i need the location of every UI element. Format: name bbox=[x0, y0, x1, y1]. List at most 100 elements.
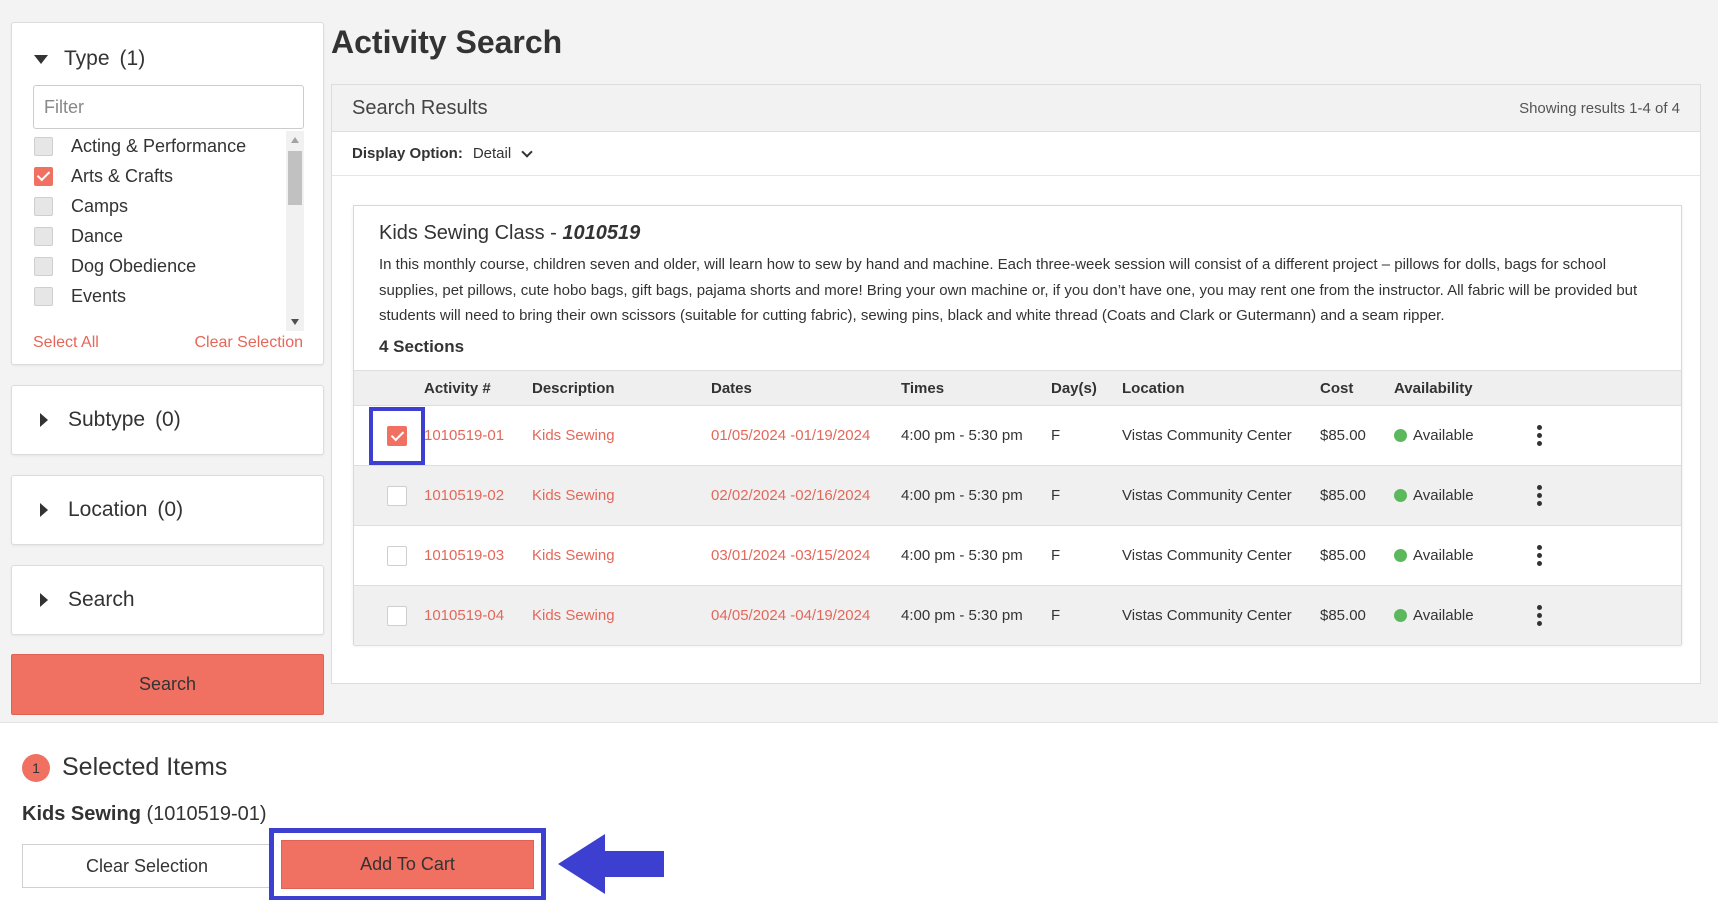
availability-cell: Available bbox=[1394, 586, 1474, 645]
dates-link[interactable]: 02/02/2024 -02/16/2024 bbox=[711, 466, 870, 525]
location-filter-count: (0) bbox=[157, 498, 184, 521]
type-option-arts-crafts[interactable]: Arts & Crafts bbox=[34, 161, 304, 191]
type-option-camps[interactable]: Camps bbox=[34, 191, 304, 221]
type-list-scrollbar[interactable] bbox=[286, 131, 304, 331]
chevron-down-icon[interactable] bbox=[521, 145, 533, 158]
description-link[interactable]: Kids Sewing bbox=[532, 586, 615, 645]
more-options-icon[interactable] bbox=[1536, 545, 1542, 566]
column-header-days: Day(s) bbox=[1051, 379, 1097, 397]
activity-number-link[interactable]: 1010519-01 bbox=[424, 406, 504, 465]
column-header-cost: Cost bbox=[1320, 379, 1354, 397]
results-title: Search Results bbox=[352, 96, 488, 119]
location-cell: Vistas Community Center bbox=[1122, 607, 1292, 624]
subtype-filter-header[interactable]: Subtype (0) bbox=[37, 408, 181, 432]
more-options-icon[interactable] bbox=[1536, 605, 1542, 626]
type-filter-header[interactable]: Type (1) bbox=[34, 47, 145, 71]
activity-number-link[interactable]: 1010519-02 bbox=[424, 466, 504, 525]
availability-cell: Available bbox=[1394, 466, 1474, 525]
selected-item-name: Kids Sewing bbox=[22, 803, 141, 825]
search-filter-panel[interactable]: Search bbox=[11, 565, 324, 635]
activity-title: Kids Sewing Class - 1010519 bbox=[379, 222, 640, 245]
checkbox-icon[interactable] bbox=[387, 605, 407, 626]
table-row: 1010519-02 Kids Sewing 02/02/2024 -02/16… bbox=[354, 466, 1681, 526]
display-option-label: Display Option: bbox=[352, 145, 463, 162]
clear-selection-button[interactable]: Clear Selection bbox=[22, 844, 272, 888]
location-filter-title: Location bbox=[68, 498, 148, 521]
type-option-label: Camps bbox=[71, 195, 129, 216]
checkbox-icon[interactable] bbox=[34, 136, 53, 156]
checkbox-icon[interactable] bbox=[387, 485, 407, 506]
type-option-dog-obedience[interactable]: Dog Obedience bbox=[34, 251, 304, 281]
column-header-dates: Dates bbox=[711, 379, 752, 397]
more-options-button[interactable] bbox=[1524, 526, 1554, 585]
days-cell: F bbox=[1051, 607, 1061, 624]
highlight-box: Add To Cart bbox=[269, 828, 546, 900]
scrollbar-thumb[interactable] bbox=[288, 151, 302, 205]
checkbox-checked-icon[interactable] bbox=[387, 425, 407, 446]
checkbox-icon[interactable] bbox=[34, 286, 53, 306]
scroll-down-icon[interactable] bbox=[291, 319, 299, 325]
selected-item: Kids Sewing (1010519-01) bbox=[22, 803, 267, 826]
dates-link[interactable]: 04/05/2024 -04/19/2024 bbox=[711, 586, 870, 645]
checkbox-icon[interactable] bbox=[34, 256, 53, 276]
display-option: Display Option: Detail bbox=[332, 132, 1700, 176]
search-results-panel: Search Results Showing results 1-4 of 4 … bbox=[331, 84, 1701, 684]
type-option-acting-performance[interactable]: Acting & Performance bbox=[34, 131, 304, 161]
table-header-row: Activity # Description Dates Times Day(s… bbox=[354, 370, 1681, 406]
available-dot-icon bbox=[1394, 489, 1407, 502]
selected-item-code: (1010519-01) bbox=[140, 803, 267, 825]
available-dot-icon bbox=[1394, 549, 1407, 562]
results-header: Search Results Showing results 1-4 of 4 bbox=[332, 85, 1700, 132]
select-all-link[interactable]: Select All bbox=[33, 334, 99, 352]
scroll-up-icon[interactable] bbox=[291, 137, 299, 143]
search-filter-title: Search bbox=[68, 588, 135, 611]
available-dot-icon bbox=[1394, 609, 1407, 622]
location-filter-header[interactable]: Location (0) bbox=[37, 498, 183, 522]
activity-number-link[interactable]: 1010519-04 bbox=[424, 586, 504, 645]
availability-cell: Available bbox=[1394, 526, 1474, 585]
more-options-icon[interactable] bbox=[1536, 425, 1542, 446]
subtype-filter-panel[interactable]: Subtype (0) bbox=[11, 385, 324, 455]
description-link[interactable]: Kids Sewing bbox=[532, 526, 615, 585]
more-options-button[interactable] bbox=[1524, 466, 1554, 525]
checkbox-checked-icon[interactable] bbox=[34, 166, 53, 186]
table-row: 1010519-04 Kids Sewing 04/05/2024 -04/19… bbox=[354, 586, 1681, 646]
availability-label: Available bbox=[1413, 487, 1474, 504]
type-option-label: Dog Obedience bbox=[71, 255, 197, 276]
type-filter-panel: Type (1) Acting & Performance Arts & Cra… bbox=[11, 22, 324, 365]
type-option-dance[interactable]: Dance bbox=[34, 221, 304, 251]
type-option-label: Acting & Performance bbox=[71, 135, 247, 156]
activity-card: Kids Sewing Class - 1010519 In this mont… bbox=[353, 205, 1682, 646]
type-option-label: Arts & Crafts bbox=[71, 165, 174, 186]
more-options-button[interactable] bbox=[1524, 586, 1554, 645]
dates-link[interactable]: 01/05/2024 -01/19/2024 bbox=[711, 406, 870, 465]
activity-name: Kids Sewing Class - bbox=[379, 222, 563, 244]
selected-count-badge: 1 bbox=[22, 753, 50, 782]
more-options-icon[interactable] bbox=[1536, 485, 1542, 506]
row-select-cell bbox=[369, 586, 425, 645]
activity-description: In this monthly course, children seven a… bbox=[379, 256, 1638, 324]
caret-right-icon bbox=[40, 593, 48, 607]
results-count: Showing results 1-4 of 4 bbox=[1519, 99, 1680, 117]
dates-link[interactable]: 03/01/2024 -03/15/2024 bbox=[711, 526, 870, 585]
location-filter-panel[interactable]: Location (0) bbox=[11, 475, 324, 545]
add-to-cart-button[interactable]: Add To Cart bbox=[281, 840, 534, 889]
search-filter-header[interactable]: Search bbox=[37, 588, 135, 612]
description-link[interactable]: Kids Sewing bbox=[532, 466, 615, 525]
checkbox-icon[interactable] bbox=[34, 196, 53, 216]
type-filter-input[interactable] bbox=[33, 85, 304, 129]
search-button[interactable]: Search bbox=[11, 654, 324, 715]
checkbox-icon[interactable] bbox=[387, 545, 407, 566]
activity-number-link[interactable]: 1010519-03 bbox=[424, 526, 504, 585]
available-dot-icon bbox=[1394, 429, 1407, 442]
checkbox-icon[interactable] bbox=[34, 226, 53, 246]
cost-cell: $85.00 bbox=[1320, 487, 1366, 504]
location-cell: Vistas Community Center bbox=[1122, 487, 1292, 504]
clear-selection-link[interactable]: Clear Selection bbox=[195, 334, 304, 352]
description-link[interactable]: Kids Sewing bbox=[532, 406, 615, 465]
display-option-select[interactable]: Detail bbox=[473, 145, 511, 162]
more-options-button[interactable] bbox=[1524, 406, 1554, 465]
caret-down-icon bbox=[34, 54, 48, 64]
type-option-events[interactable]: Events bbox=[34, 281, 304, 311]
column-header-availability: Availability bbox=[1394, 379, 1473, 397]
